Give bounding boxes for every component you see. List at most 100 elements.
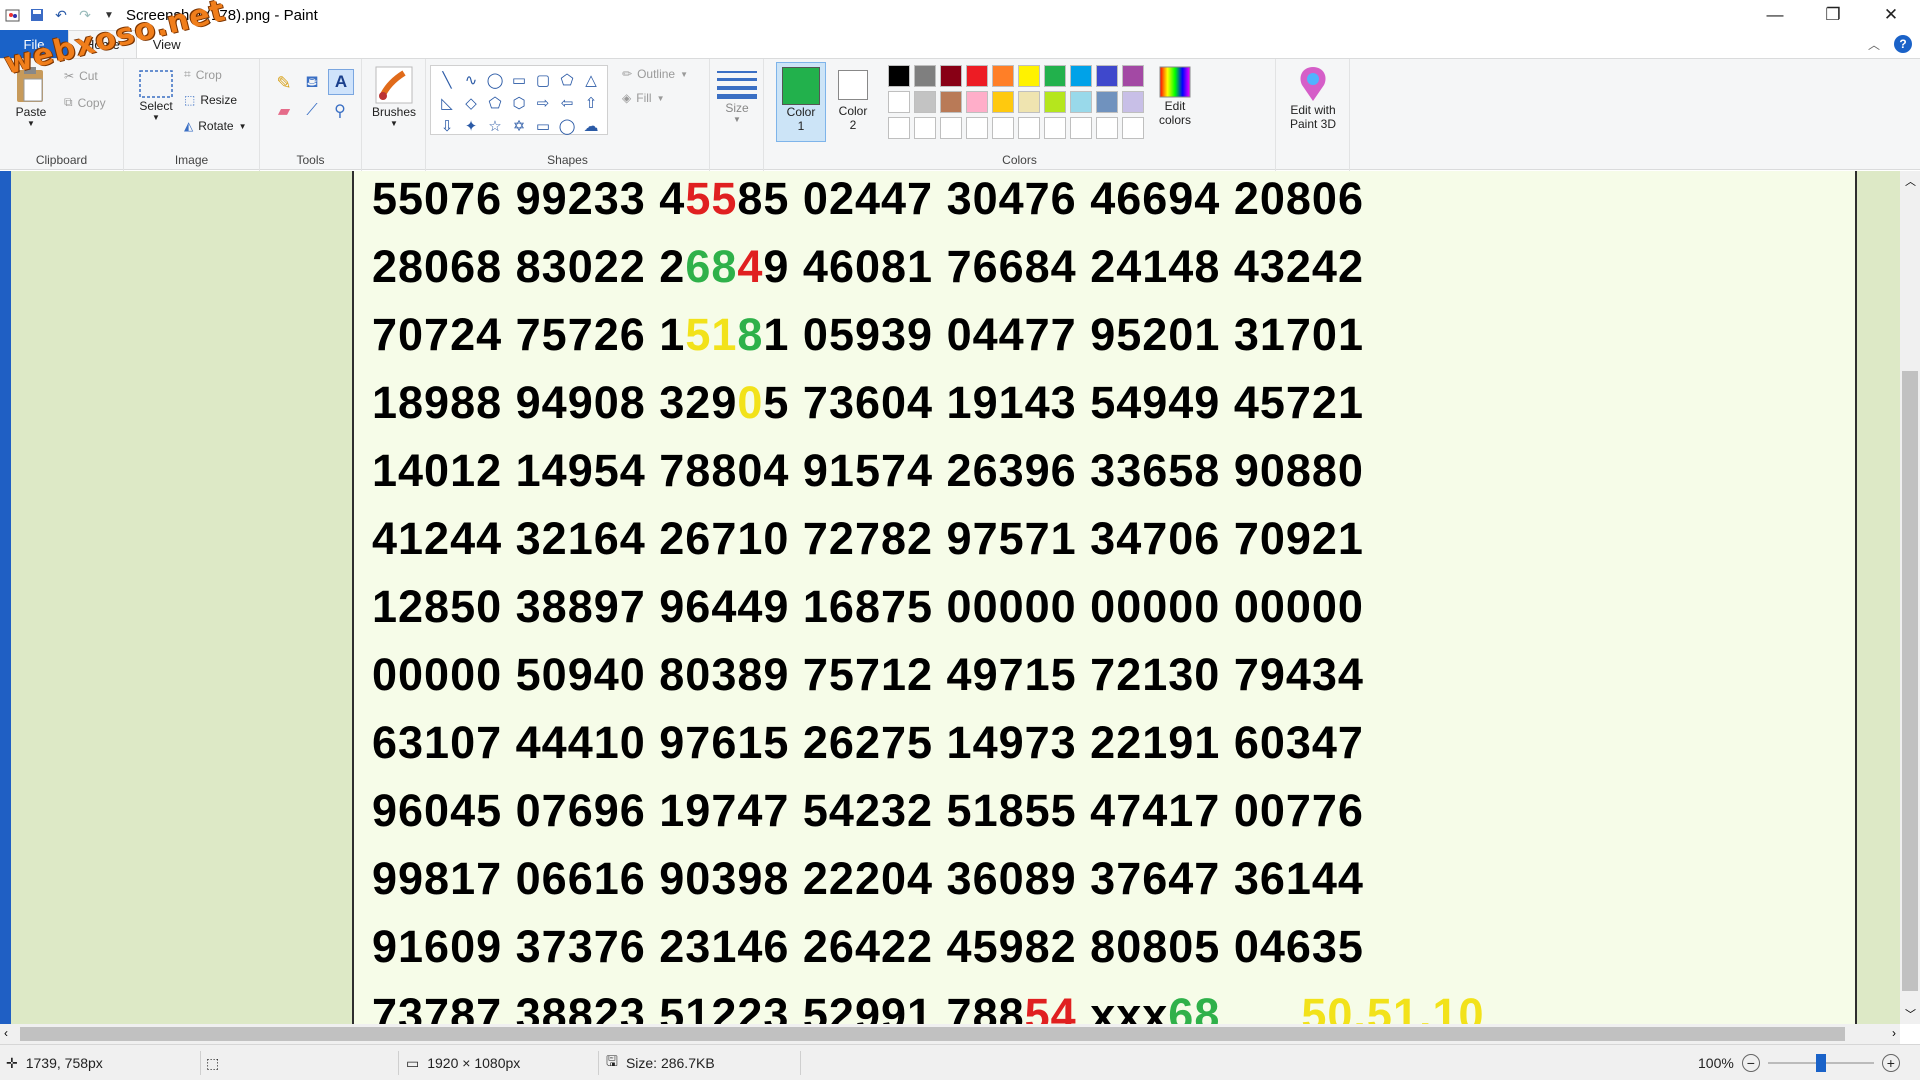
scroll-left-icon[interactable]: ‹	[4, 1026, 8, 1040]
pencil-icon[interactable]: ✎	[272, 71, 296, 95]
undo-icon[interactable]: ↶	[52, 6, 70, 24]
palette-swatch[interactable]	[1122, 65, 1144, 87]
edit-colors-button[interactable]: Edit colors	[1148, 65, 1202, 127]
horizontal-scrollbar[interactable]: ‹ ›	[0, 1024, 1900, 1044]
edit-with-paint3d-button[interactable]: Edit with Paint 3D	[1280, 65, 1346, 131]
select-button[interactable]: Select ▼	[134, 69, 178, 122]
palette-swatch[interactable]	[914, 65, 936, 87]
callout-cloud-shape-icon[interactable]: ☁	[579, 114, 603, 137]
number-segment: 51	[685, 309, 738, 360]
select-label: Select	[139, 99, 173, 113]
palette-swatch[interactable]	[1070, 65, 1092, 87]
zoom-out-icon[interactable]: −	[1741, 1054, 1760, 1072]
size-button[interactable]: Size ▼	[716, 67, 758, 124]
save-icon[interactable]	[28, 6, 46, 24]
scroll-up-icon[interactable]: ︿	[1905, 173, 1916, 189]
palette-swatch[interactable]	[1096, 91, 1118, 113]
close-button[interactable]: ✕	[1862, 0, 1920, 30]
palette-swatch[interactable]	[1070, 91, 1092, 113]
right-triangle-shape-icon[interactable]: ◺	[435, 91, 459, 114]
oval-shape-icon[interactable]: ◯	[483, 68, 507, 91]
hexagon-shape-icon[interactable]: ⬡	[507, 91, 531, 114]
cut-button[interactable]: ✂ Cut	[64, 69, 98, 83]
arrow-left-shape-icon[interactable]: ⇦	[555, 91, 579, 114]
palette-swatch[interactable]	[992, 91, 1014, 113]
palette-swatch[interactable]	[888, 117, 910, 139]
palette-swatch[interactable]	[914, 117, 936, 139]
line-shape-icon[interactable]: ╲	[435, 68, 459, 91]
palette-swatch[interactable]	[888, 91, 910, 113]
palette-swatch[interactable]	[1018, 117, 1040, 139]
palette-swatch[interactable]	[940, 65, 962, 87]
palette-swatch[interactable]	[1044, 117, 1066, 139]
palette-swatch[interactable]	[966, 91, 988, 113]
star6-shape-icon[interactable]: ✡	[507, 114, 531, 137]
vertical-scrollbar[interactable]: ︿ ﹀	[1900, 171, 1920, 1024]
crop-button[interactable]: ⌗ Crop	[184, 67, 222, 82]
color2-button[interactable]: Color 2	[828, 62, 878, 142]
palette-swatch[interactable]	[1070, 117, 1092, 139]
palette-swatch[interactable]	[1044, 91, 1066, 113]
pentagon-shape-icon[interactable]: ⬠	[483, 91, 507, 114]
callout-rect-shape-icon[interactable]: ▭	[531, 114, 555, 137]
copy-button[interactable]: ⧉ Copy	[64, 95, 106, 110]
fill-bucket-icon[interactable]: ⛾	[300, 71, 324, 95]
palette-swatch[interactable]	[1018, 91, 1040, 113]
collapse-ribbon-icon[interactable]: ︿	[1868, 36, 1880, 53]
rotate-button[interactable]: ◭ Rotate ▼	[184, 119, 247, 133]
arrow-up-shape-icon[interactable]: ⇧	[579, 91, 603, 114]
palette-swatch[interactable]	[888, 65, 910, 87]
magnifier-icon[interactable]: ⚲	[328, 99, 352, 123]
paint-app-icon[interactable]	[4, 6, 22, 24]
palette-swatch[interactable]	[940, 117, 962, 139]
palette-swatch[interactable]	[1044, 65, 1066, 87]
scroll-down-icon[interactable]: ﹀	[1905, 1006, 1916, 1022]
palette-swatch[interactable]	[992, 117, 1014, 139]
horizontal-scroll-thumb[interactable]	[20, 1027, 1845, 1041]
help-icon[interactable]: ?	[1894, 35, 1912, 53]
palette-swatch[interactable]	[992, 65, 1014, 87]
resize-button[interactable]: ⬚ Resize	[184, 93, 237, 107]
number-line: 41244 32164 26710 72782 97571 34706 7092…	[372, 511, 1485, 579]
scroll-right-icon[interactable]: ›	[1892, 1026, 1896, 1040]
number-segment: 96045 07696 19747 54232 51855 47417 0077…	[372, 785, 1364, 836]
arrow-down-shape-icon[interactable]: ⇩	[435, 114, 459, 137]
zoom-slider-thumb[interactable]	[1815, 1054, 1826, 1072]
maximize-button[interactable]: ❐	[1804, 0, 1862, 30]
rectangle-shape-icon[interactable]: ▭	[507, 68, 531, 91]
brushes-button[interactable]: Brushes ▼	[370, 65, 418, 128]
arrow-right-shape-icon[interactable]: ⇨	[531, 91, 555, 114]
outline-button[interactable]: ✏ Outline ▼	[622, 67, 688, 81]
vertical-scroll-thumb[interactable]	[1902, 371, 1918, 991]
diamond-shape-icon[interactable]: ◇	[459, 91, 483, 114]
palette-swatch[interactable]	[1018, 65, 1040, 87]
zoom-slider[interactable]	[1767, 1054, 1874, 1072]
star4-shape-icon[interactable]: ✦	[459, 114, 483, 137]
paint3d-label-1: Edit with	[1290, 103, 1336, 117]
window-controls: — ❐ ✕	[1746, 0, 1920, 30]
color-picker-icon[interactable]: ⟋	[300, 99, 324, 123]
palette-swatch[interactable]	[1096, 117, 1118, 139]
palette-swatch[interactable]	[966, 117, 988, 139]
zoom-in-icon[interactable]: +	[1881, 1054, 1900, 1072]
fill-button[interactable]: ◈ Fill ▼	[622, 91, 664, 105]
eraser-icon[interactable]: ▰	[272, 99, 296, 123]
triangle-shape-icon[interactable]: △	[579, 68, 603, 91]
polygon-shape-icon[interactable]: ⬠	[555, 68, 579, 91]
curve-shape-icon[interactable]: ∿	[459, 68, 483, 91]
image-canvas[interactable]: 55076 99233 45585 02447 30476 46694 2080…	[352, 171, 1857, 1024]
palette-swatch[interactable]	[966, 65, 988, 87]
minimize-button[interactable]: —	[1746, 0, 1804, 30]
palette-swatch[interactable]	[940, 91, 962, 113]
color1-button[interactable]: Color 1	[776, 62, 826, 142]
redo-icon[interactable]: ↷	[76, 6, 94, 24]
rounded-rect-shape-icon[interactable]: ▢	[531, 68, 555, 91]
text-tool-icon[interactable]: A	[328, 69, 354, 95]
star5-shape-icon[interactable]: ☆	[483, 114, 507, 137]
palette-swatch[interactable]	[914, 91, 936, 113]
callout-oval-shape-icon[interactable]: ◯	[555, 114, 579, 137]
palette-swatch[interactable]	[1096, 65, 1118, 87]
palette-swatch[interactable]	[1122, 117, 1144, 139]
palette-swatch[interactable]	[1122, 91, 1144, 113]
brush-icon	[375, 66, 413, 104]
